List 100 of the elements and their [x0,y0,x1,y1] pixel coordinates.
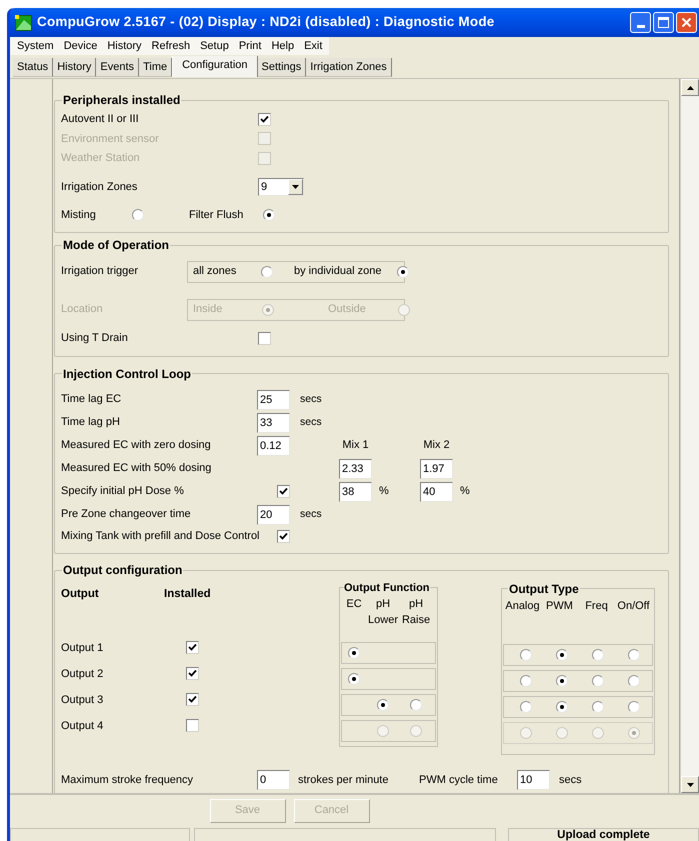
column-header: Lower [368,613,398,628]
column-header: pH [376,597,390,612]
radio-button[interactable] [556,675,568,687]
input-field[interactable]: 38 [339,482,372,502]
input-field[interactable]: 0 [257,770,290,790]
input-field[interactable]: 20 [257,504,290,524]
label: % [460,484,470,500]
checkbox[interactable] [277,530,290,543]
radio-button[interactable] [520,675,532,687]
menu-item[interactable]: Print [234,38,266,54]
menu-item[interactable]: Device [58,38,102,54]
label: all zones [193,264,238,280]
group-title: Output configuration [63,563,182,577]
radio-button[interactable] [348,673,360,685]
column-header: Installed [164,586,211,602]
label: Irrigation Zones [61,180,138,195]
label: Mixing Tank with prefill and Dose Control [61,529,260,544]
radio-button[interactable] [628,701,640,713]
input-field[interactable]: 33 [257,412,290,432]
label: Measured EC with 50% dosing [61,461,212,476]
label: Weather Station [61,151,141,166]
minimize-button[interactable] [630,12,651,33]
tab[interactable]: Configuration [172,56,258,77]
tab[interactable]: Events [96,58,140,77]
tab[interactable]: Time [139,58,172,77]
label: strokes per minute [298,772,390,788]
close-button[interactable] [676,12,697,33]
input-field[interactable]: 40 [420,482,453,502]
check-icon [260,114,269,124]
menu-item[interactable]: System [12,38,59,54]
group-title: Mode of Operation [63,238,169,252]
radio-button[interactable] [592,675,604,687]
group-title: Peripherals installed [63,93,180,107]
maximize-icon [658,17,669,28]
scroll-up-button[interactable] [681,79,699,96]
radio-button[interactable] [628,675,640,687]
checkbox[interactable] [186,641,199,654]
label: Maximum stroke frequency [61,772,194,788]
label: Output 4 [61,718,104,734]
column-header: PWM [546,599,573,614]
tab[interactable]: Status [13,58,54,77]
radio-button[interactable] [520,649,532,661]
dropdown-value: 9 [260,180,268,195]
label: secs [559,772,582,788]
tab[interactable]: Irrigation Zones [306,58,392,77]
label: Output 2 [61,666,104,682]
menu-item[interactable]: Setup [195,38,234,54]
checkbox[interactable] [277,485,290,498]
label: Inside [193,302,224,318]
radio-button[interactable] [556,649,568,661]
label: secs [300,506,322,522]
input-field[interactable]: 1.97 [420,458,453,478]
label: secs [300,392,322,407]
column-header: Mix 2 [422,438,451,454]
radio-button[interactable] [556,701,568,713]
label: % [379,484,390,500]
scrollbar[interactable] [680,79,699,793]
radio-button[interactable] [520,701,532,713]
menu-item[interactable]: Refresh [146,38,196,54]
tab[interactable]: History [53,58,96,77]
radio-button[interactable] [410,699,422,711]
check-icon [279,532,288,541]
input-field[interactable]: 0.12 [257,436,290,456]
menu-item[interactable]: Help [266,38,300,54]
checkbox[interactable] [186,667,199,680]
column-header: pH [408,597,424,612]
input-field[interactable]: 2.33 [339,458,372,478]
label: Autovent II or III [61,112,140,127]
menu-item[interactable]: Exit [299,38,328,54]
radio-button[interactable] [261,266,273,278]
radio-button[interactable] [592,701,604,713]
checkbox[interactable] [258,332,271,345]
label: Environment sensor [61,132,160,146]
check-icon [188,669,197,678]
radio-button[interactable] [132,209,144,221]
menu-item[interactable]: History [102,38,147,54]
dropdown[interactable]: 9 [258,178,304,196]
label: secs [300,414,322,430]
radio-button[interactable] [348,647,360,659]
label: Specify initial pH Dose % [61,484,185,500]
status-text: Upload complete [557,829,650,841]
label: Output 1 [61,640,104,656]
scroll-down-button[interactable] [681,776,699,793]
column-header: Freq [585,599,608,614]
window-title: CompuGrow 2.5167 - (02) Display : ND2i (disabled) : Diagnostic Mode [37,13,494,32]
radio-button[interactable] [628,649,640,661]
radio-button[interactable] [263,209,275,221]
tab[interactable]: Settings [258,58,306,77]
input-field[interactable]: 10 [517,770,550,790]
radio-button[interactable] [397,266,409,278]
close-icon [681,17,692,28]
input-field[interactable]: 25 [257,390,290,410]
checkbox[interactable] [258,112,271,126]
check-icon [188,643,197,652]
label: Outside [328,302,367,318]
maximize-button[interactable] [653,12,674,33]
radio-button[interactable] [377,699,389,711]
radio-button[interactable] [592,649,604,661]
checkbox[interactable] [186,693,199,706]
column-header: Analog [505,599,540,614]
